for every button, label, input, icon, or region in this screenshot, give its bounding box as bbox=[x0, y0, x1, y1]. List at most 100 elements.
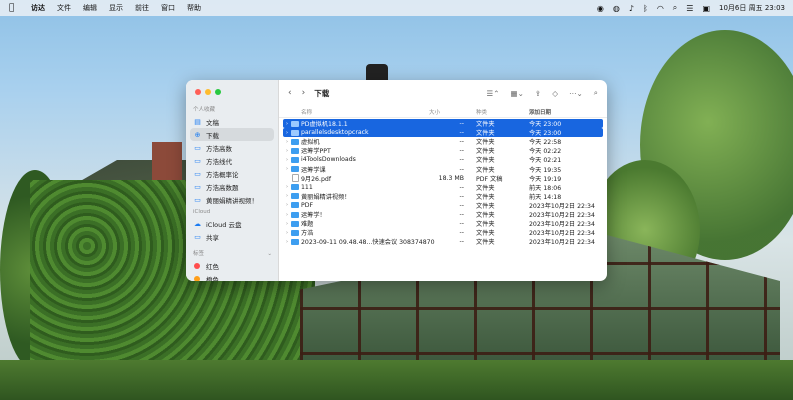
finder-content: ‹ › 下载 ☰⌃ ▦⌄ ⇪ ◇ ⋯⌄ ⌕ 名称 大小 种类 添加日期 › PD虚… bbox=[279, 80, 607, 281]
file-row[interactable]: › 虚拟机 -- 文件夹 今天 22:58 bbox=[279, 137, 607, 146]
sidebar-item-fanghao-linear-algebra[interactable]: ▭ 方浩线代 bbox=[186, 154, 278, 167]
folder-icon bbox=[291, 193, 299, 200]
chevron-down-icon[interactable]: ⌄ bbox=[267, 250, 272, 259]
sidebar-item-tag-orange[interactable]: 橙色 bbox=[186, 272, 278, 281]
file-size: -- bbox=[459, 138, 464, 146]
file-date-added: 今天 02:22 bbox=[529, 148, 562, 156]
sidebar-item-shared[interactable]: ▭ 共享 bbox=[186, 230, 278, 243]
sidebar-item-label: 方浩概率论 bbox=[206, 170, 239, 179]
file-date-added: 2023年10月2日 22:34 bbox=[529, 221, 595, 229]
file-row[interactable]: › 黄丽娟精讲视频！ -- 文件夹 前天 14:18 bbox=[279, 192, 607, 201]
folder-icon bbox=[291, 202, 299, 209]
group-view-icon[interactable]: ▦⌄ bbox=[511, 89, 524, 98]
file-row[interactable]: › i4ToolsDownloads -- 文件夹 今天 02:21 bbox=[279, 155, 607, 164]
sidebar-item-downloads[interactable]: ⊕ 下载 bbox=[190, 128, 274, 141]
file-date-added: 2023年10月2日 22:34 bbox=[529, 239, 595, 247]
file-kind: 文件夹 bbox=[476, 130, 495, 138]
file-name: 运筹学！ bbox=[301, 212, 326, 219]
share-icon[interactable]: ⇪ bbox=[535, 89, 541, 98]
menu-help[interactable]: 帮助 bbox=[187, 3, 201, 13]
list-view-icon[interactable]: ☰⌃ bbox=[487, 89, 500, 98]
file-row[interactable]: › 运筹学！ -- 文件夹 2023年10月2日 22:34 bbox=[279, 210, 607, 219]
sidebar-item-label: 橙色 bbox=[206, 275, 219, 282]
search-icon[interactable]: ⌕ bbox=[594, 88, 598, 98]
music-icon[interactable]: ♪ bbox=[629, 4, 634, 13]
file-name: PDF bbox=[301, 201, 314, 209]
file-row[interactable]: › parallelsdesktopcrack -- 文件夹 今天 23:00 bbox=[283, 128, 603, 138]
column-date-added[interactable]: 添加日期 bbox=[529, 108, 551, 116]
apple-logo-icon[interactable]:  bbox=[9, 3, 21, 13]
file-size: -- bbox=[459, 120, 464, 127]
file-row[interactable]: 9月26.pdf 18.3 MB PDF 文稿 今天 19:19 bbox=[279, 174, 607, 183]
file-kind: 文件夹 bbox=[476, 239, 495, 247]
file-name: 方浩 bbox=[301, 230, 314, 238]
finder-window: 个人收藏 ▤ 文稿 ⊕ 下载 ▭ 方浩高数 ▭ 方浩线代 ▭ 方浩概率论 ▭ 方… bbox=[186, 80, 607, 281]
minimize-button[interactable] bbox=[205, 89, 211, 95]
file-name: parallelsdesktopcrack bbox=[301, 129, 369, 137]
file-row[interactable]: › 难题 -- 文件夹 2023年10月2日 22:34 bbox=[279, 219, 607, 228]
file-row[interactable]: › 运筹学课 -- 文件夹 今天 19:35 bbox=[279, 165, 607, 174]
file-row[interactable]: › 111 -- 文件夹 前天 18:06 bbox=[279, 183, 607, 192]
bluetooth-icon[interactable]: ᛒ bbox=[643, 4, 648, 13]
sidebar-item-video-lectures[interactable]: ▭ 黄丽娟精讲视频！ bbox=[186, 193, 278, 206]
file-name: 难题 bbox=[301, 221, 314, 229]
sidebar-item-label: 文稿 bbox=[206, 118, 219, 127]
wechat-icon[interactable]: ◉ bbox=[597, 4, 604, 13]
menu-app-name[interactable]: 访达 bbox=[31, 3, 45, 13]
sidebar-section-header: iCloud bbox=[193, 209, 211, 215]
sidebar-item-documents[interactable]: ▤ 文稿 bbox=[186, 115, 278, 128]
file-row[interactable]: › PDF -- 文件夹 2023年10月2日 22:34 bbox=[279, 201, 607, 210]
menu-edit[interactable]: 编辑 bbox=[83, 3, 97, 13]
file-row[interactable]: › 运筹学PPT -- 文件夹 今天 02:22 bbox=[279, 146, 607, 155]
sidebar-item-label: 黄丽娟精讲视频！ bbox=[206, 196, 258, 205]
file-size: -- bbox=[459, 147, 464, 155]
sidebar-item-fanghao-probability[interactable]: ▭ 方浩概率论 bbox=[186, 167, 278, 180]
file-row[interactable]: › PD虚拟机18.1.1 -- 文件夹 今天 23:00 bbox=[283, 119, 603, 128]
more-actions-icon[interactable]: ⋯⌄ bbox=[569, 89, 583, 98]
control-center-icon[interactable]: ☰ bbox=[686, 4, 693, 13]
menu-view[interactable]: 显示 bbox=[109, 3, 123, 13]
sidebar-item-label: 下载 bbox=[206, 131, 219, 140]
file-size: -- bbox=[459, 156, 464, 164]
file-size: 18.3 MB bbox=[438, 174, 464, 182]
file-row[interactable]: › 2023-09-11 09.48.48...快速会议 308374870 -- 文… bbox=[279, 237, 607, 246]
file-kind: 文件夹 bbox=[476, 202, 495, 210]
menu-clock[interactable]: 10月6日 周五 23:03 bbox=[719, 3, 785, 13]
column-kind[interactable]: 种类 bbox=[476, 108, 487, 116]
sidebar-tags: 标签 ⌄ 红色 橙色 bbox=[186, 250, 278, 281]
sidebar-item-fanghao-problems[interactable]: ▭ 方浩高数题 bbox=[186, 180, 278, 193]
column-size[interactable]: 大小 bbox=[429, 108, 440, 116]
back-button[interactable]: ‹ bbox=[288, 88, 292, 98]
menu-window[interactable]: 窗口 bbox=[161, 3, 175, 13]
qq-icon[interactable]: ◍ bbox=[613, 4, 620, 13]
wifi-icon[interactable]: ◠ bbox=[657, 4, 664, 13]
file-kind: 文件夹 bbox=[476, 157, 495, 165]
user-icon[interactable]: ▣ bbox=[702, 4, 710, 13]
tag-color-dot bbox=[194, 275, 200, 281]
file-kind: PDF 文稿 bbox=[476, 175, 503, 183]
fullscreen-button[interactable] bbox=[215, 89, 221, 95]
file-kind: 文件夹 bbox=[476, 212, 495, 219]
file-row[interactable]: › 方浩 -- 文件夹 2023年10月2日 22:34 bbox=[279, 228, 607, 237]
menu-file[interactable]: 文件 bbox=[57, 3, 71, 13]
sidebar-item-label: 方浩高数 bbox=[206, 144, 232, 153]
sidebar-item-tag-red[interactable]: 红色 bbox=[186, 259, 278, 272]
sidebar-item-fanghao-calculus[interactable]: ▭ 方浩高数 bbox=[186, 141, 278, 154]
folder-icon: ▭ bbox=[194, 156, 201, 165]
file-name: PD虚拟机18.1.1 bbox=[301, 121, 348, 128]
file-kind: 文件夹 bbox=[476, 221, 495, 229]
sidebar-item-label: 方浩线代 bbox=[206, 157, 232, 166]
sidebar-favorites: 个人收藏 ▤ 文稿 ⊕ 下载 ▭ 方浩高数 ▭ 方浩线代 ▭ 方浩概率论 ▭ 方… bbox=[186, 106, 278, 206]
sidebar-item-label: 共享 bbox=[206, 233, 219, 242]
folder-icon bbox=[291, 184, 299, 191]
column-name[interactable]: 名称 bbox=[301, 108, 312, 116]
search-icon[interactable]: ⌕ bbox=[673, 3, 677, 13]
finder-sidebar: 个人收藏 ▤ 文稿 ⊕ 下载 ▭ 方浩高数 ▭ 方浩线代 ▭ 方浩概率论 ▭ 方… bbox=[186, 80, 279, 281]
tag-icon[interactable]: ◇ bbox=[552, 89, 558, 98]
file-date-added: 今天 23:00 bbox=[529, 121, 562, 128]
menu-go[interactable]: 前往 bbox=[135, 3, 149, 13]
forward-button[interactable]: › bbox=[302, 88, 306, 98]
sidebar-item-icloud-drive[interactable]: ☁ iCloud 云盘 bbox=[186, 217, 278, 230]
close-button[interactable] bbox=[195, 89, 201, 95]
file-kind: 文件夹 bbox=[476, 166, 495, 174]
